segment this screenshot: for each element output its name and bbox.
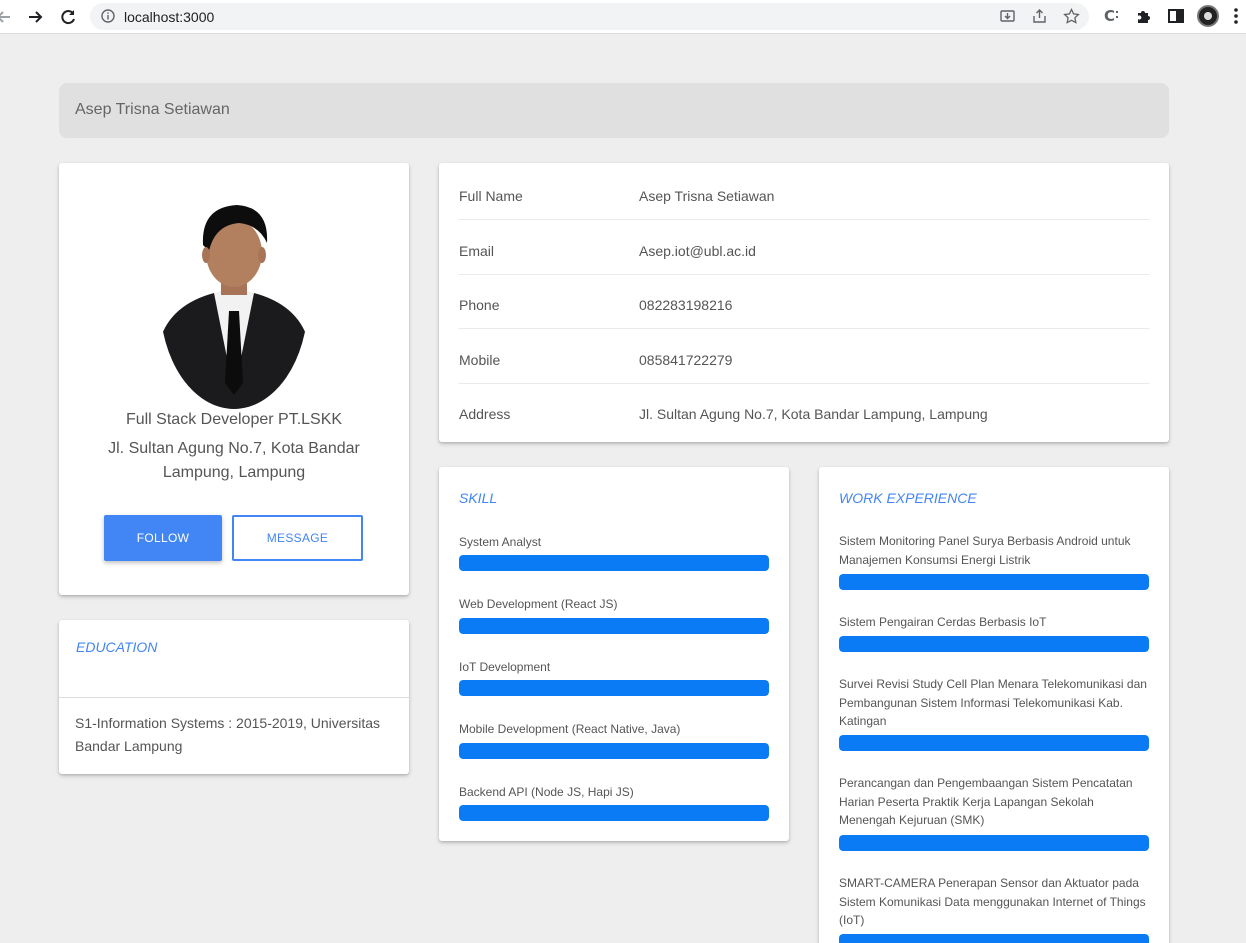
info-value: Asep.iot@ubl.ac.id bbox=[639, 243, 756, 259]
work-progress-fill bbox=[839, 735, 1149, 751]
work-progress-fill bbox=[839, 835, 1149, 851]
work-name: Sistem Monitoring Panel Surya Berbasis A… bbox=[839, 534, 1131, 567]
work-progress-fill bbox=[839, 636, 1149, 652]
skill-progress-fill bbox=[459, 555, 769, 571]
education-card: EDUCATION S1-Information Systems : 2015-… bbox=[59, 620, 409, 774]
bookmark-star-icon[interactable] bbox=[1063, 8, 1080, 25]
skill-name: System Analyst bbox=[459, 535, 542, 549]
info-label: Address bbox=[459, 406, 511, 422]
work-name: Survei Revisi Study Cell Plan Menara Tel… bbox=[839, 677, 1147, 728]
name-header-bar: Asep Trisna Setiawan bbox=[59, 83, 1169, 138]
skill-card: SKILL System Analyst Web Development (Re… bbox=[439, 467, 789, 841]
profile-avatar-icon[interactable] bbox=[1197, 5, 1219, 27]
skill-progress-bar bbox=[459, 805, 769, 821]
skill-name: Mobile Development (React Native, Java) bbox=[459, 722, 681, 736]
skill-progress-bar bbox=[459, 618, 769, 634]
work-item: SMART-CAMERA Penerapan Sensor dan Aktuat… bbox=[839, 874, 1149, 943]
skill-name: IoT Development bbox=[459, 660, 551, 674]
reload-icon[interactable] bbox=[58, 7, 78, 27]
skill-name: Web Development (React JS) bbox=[459, 597, 618, 611]
skill-progress-fill bbox=[459, 618, 769, 634]
info-row-email: Email Asep.iot@ubl.ac.id bbox=[459, 221, 1149, 275]
info-value: Asep Trisna Setiawan bbox=[639, 188, 775, 204]
work-progress-bar bbox=[839, 934, 1149, 943]
install-icon[interactable] bbox=[999, 8, 1016, 25]
work-progress-fill bbox=[839, 934, 1149, 943]
education-title: EDUCATION bbox=[76, 639, 158, 655]
education-divider bbox=[59, 697, 409, 698]
work-item: Survei Revisi Study Cell Plan Menara Tel… bbox=[839, 675, 1149, 751]
work-progress-bar bbox=[839, 636, 1149, 652]
back-arrow-icon[interactable] bbox=[0, 7, 14, 27]
info-label: Mobile bbox=[459, 352, 501, 368]
forward-arrow-icon[interactable] bbox=[26, 7, 46, 27]
info-label: Phone bbox=[459, 297, 500, 313]
profile-address: Jl. Sultan Agung No.7, Kota Bandar Lampu… bbox=[108, 440, 360, 481]
info-value: 085841722279 bbox=[639, 352, 733, 368]
skill-progress-fill bbox=[459, 805, 769, 821]
info-row-phone: Phone 082283198216 bbox=[459, 275, 1149, 329]
side-panel-icon[interactable] bbox=[1167, 7, 1185, 25]
work-progress-bar bbox=[839, 574, 1149, 590]
profile-card: Full Stack Developer PT.LSKK Jl. Sultan … bbox=[59, 163, 409, 595]
info-row-address: Address Jl. Sultan Agung No.7, Kota Band… bbox=[459, 384, 1149, 438]
work-experience-card: WORK EXPERIENCE Sistem Monitoring Panel … bbox=[819, 467, 1169, 943]
skill-item: System Analyst bbox=[459, 533, 769, 571]
address-bar[interactable]: localhost:3000 bbox=[90, 3, 1089, 30]
follow-button[interactable]: FOLLOW bbox=[104, 515, 222, 561]
skill-progress-fill bbox=[459, 743, 769, 759]
info-label: Full Name bbox=[459, 188, 523, 204]
skill-progress-fill bbox=[459, 680, 769, 696]
extension-c-icon[interactable]: C bbox=[1103, 7, 1121, 25]
contact-info-card: Full Name Asep Trisna Setiawan Email Ase… bbox=[439, 163, 1169, 442]
skill-name: Backend API (Node JS, Hapi JS) bbox=[459, 785, 634, 799]
work-progress-bar bbox=[839, 735, 1149, 751]
browser-toolbar: localhost:3000 C bbox=[0, 0, 1246, 34]
extensions-puzzle-icon[interactable] bbox=[1135, 7, 1153, 25]
info-value: Jl. Sultan Agung No.7, Kota Bandar Lampu… bbox=[639, 406, 988, 422]
skill-item: Mobile Development (React Native, Java) bbox=[459, 720, 769, 759]
menu-dots-icon[interactable] bbox=[1231, 7, 1241, 25]
skill-item: Web Development (React JS) bbox=[459, 595, 769, 634]
svg-text:C: C bbox=[1104, 7, 1115, 25]
profile-role: Full Stack Developer PT.LSKK bbox=[125, 411, 343, 428]
info-value: 082283198216 bbox=[639, 297, 733, 313]
skill-progress-bar bbox=[459, 555, 769, 571]
message-button[interactable]: MESSAGE bbox=[232, 515, 363, 561]
skill-item: Backend API (Node JS, Hapi JS) bbox=[459, 783, 769, 821]
skill-title: SKILL bbox=[459, 490, 498, 506]
work-progress-fill bbox=[839, 574, 1149, 590]
header-title: Asep Trisna Setiawan bbox=[75, 101, 230, 118]
work-item: Perancangan dan Pengembaangan Sistem Pen… bbox=[839, 774, 1149, 851]
url-text[interactable]: localhost:3000 bbox=[124, 9, 214, 25]
work-name: SMART-CAMERA Penerapan Sensor dan Aktuat… bbox=[839, 876, 1146, 927]
info-label: Email bbox=[459, 243, 495, 259]
work-progress-bar bbox=[839, 835, 1149, 851]
work-name: Perancangan dan Pengembaangan Sistem Pen… bbox=[839, 776, 1133, 827]
profile-photo bbox=[160, 193, 308, 409]
work-title: WORK EXPERIENCE bbox=[839, 490, 977, 506]
skill-item: IoT Development bbox=[459, 658, 769, 696]
work-name: Sistem Pengairan Cerdas Berbasis IoT bbox=[839, 615, 1047, 629]
share-icon[interactable] bbox=[1031, 8, 1048, 25]
education-text: S1-Information Systems : 2015-2019, Univ… bbox=[75, 715, 381, 754]
skill-progress-bar bbox=[459, 743, 769, 759]
info-row-mobile: Mobile 085841722279 bbox=[459, 330, 1149, 384]
info-row-full-name: Full Name Asep Trisna Setiawan bbox=[459, 166, 1149, 220]
work-item: Sistem Pengairan Cerdas Berbasis IoT bbox=[839, 613, 1149, 652]
work-item: Sistem Monitoring Panel Surya Berbasis A… bbox=[839, 532, 1149, 590]
skill-progress-bar bbox=[459, 680, 769, 696]
